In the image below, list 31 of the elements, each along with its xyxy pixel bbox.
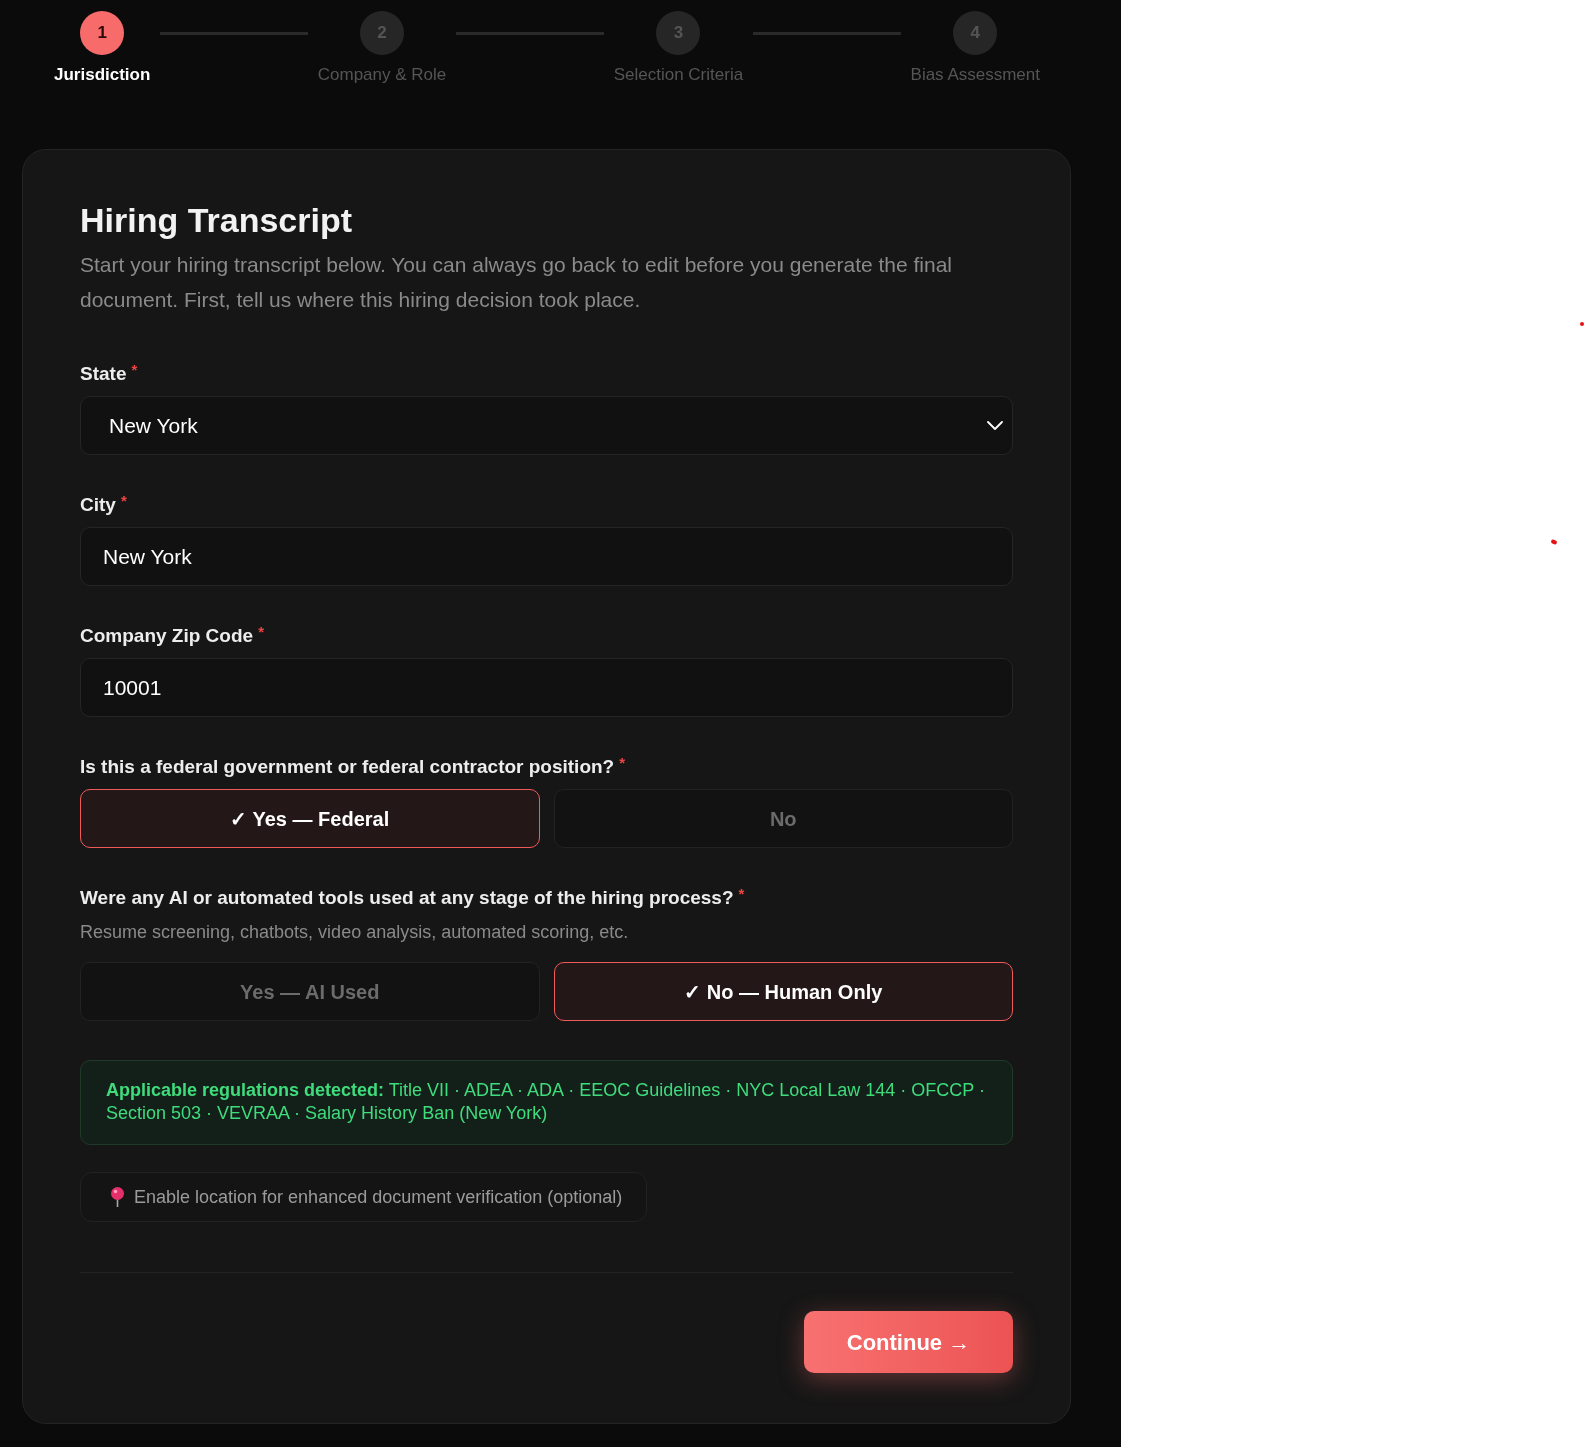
location-button[interactable]: Enable location for enhanced document verification (optional) bbox=[80, 1172, 648, 1222]
required-mark: * bbox=[738, 886, 745, 901]
option-button[interactable]: ✓ Yes — Federal bbox=[80, 789, 540, 848]
option-button[interactable]: ✓ No — Human Only bbox=[553, 962, 1013, 1021]
question-hint: Resume screening, chatbots, video analysis, automated scoring, etc. bbox=[80, 921, 630, 943]
chevron-down-icon bbox=[987, 421, 1003, 430]
speck-icon bbox=[1550, 539, 1558, 545]
form-title: Hiring Transcript bbox=[80, 200, 354, 240]
required-mark: * bbox=[619, 755, 626, 770]
field-label: City bbox=[80, 493, 116, 517]
field-label: Is this a federal government or federal contractor position? bbox=[80, 755, 615, 779]
form-description: Start your hiring transcript below. You can always go back to edit before you generate the final document. First, tell us where this hiring decision took place. bbox=[80, 252, 954, 313]
step-label: Selection Criteria bbox=[613, 64, 744, 86]
option-button[interactable]: No bbox=[553, 789, 1013, 848]
required-mark: * bbox=[131, 362, 138, 377]
step-label: Company & Role bbox=[317, 64, 447, 86]
input-field[interactable]: New York bbox=[80, 527, 1013, 586]
step-number: 1 bbox=[80, 11, 125, 55]
step-label: Bias Assessment bbox=[910, 64, 1040, 86]
option-button[interactable]: Yes — AI Used bbox=[80, 962, 540, 1021]
step-label: Jurisdiction bbox=[54, 64, 151, 86]
field-label: Company Zip Code bbox=[80, 624, 254, 648]
pin-icon bbox=[111, 1187, 124, 1207]
field-label: Were any AI or automated tools used at any stage of the hiring process? bbox=[80, 886, 734, 910]
regulations-notice: Applicable regulations detected: Title VII · ADEA · ADA · EEOC Guidelines · NYC Local Law 144 · OFCCP · Section 503 · VEVRAA · Salary History Ban (New York) bbox=[80, 1060, 1013, 1145]
required-mark: * bbox=[258, 624, 264, 639]
speck-icon bbox=[1580, 322, 1584, 326]
input-field[interactable]: 10001 bbox=[80, 658, 1013, 717]
required-mark: * bbox=[120, 493, 127, 508]
field-label: State bbox=[80, 362, 127, 386]
state-select[interactable]: New York bbox=[80, 396, 1013, 455]
